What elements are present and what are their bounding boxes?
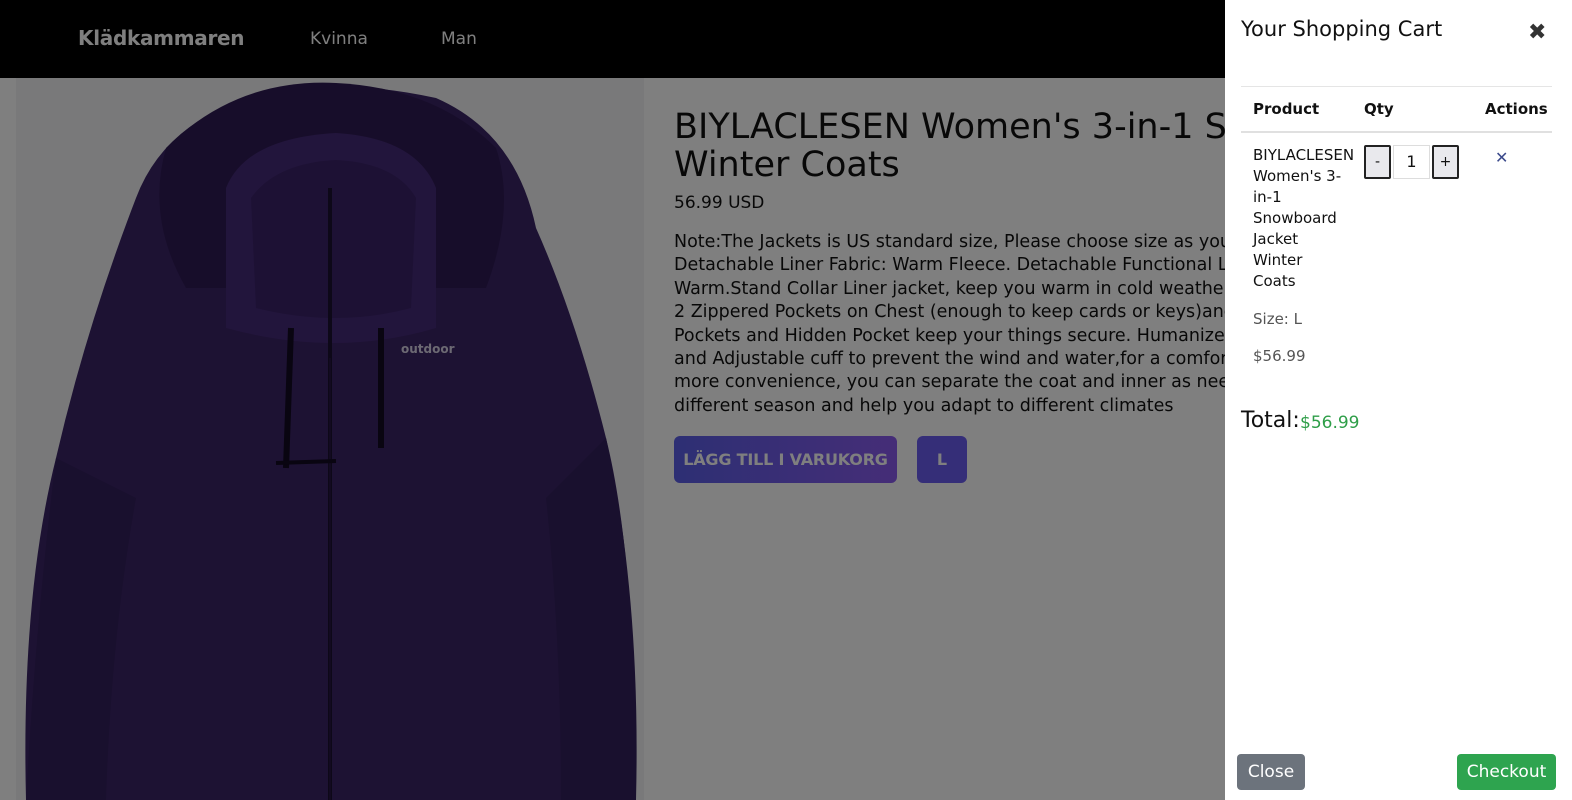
cart-total-label: Total: xyxy=(1241,408,1300,433)
increase-qty-button[interactable]: + xyxy=(1432,145,1459,179)
column-header-product: Product xyxy=(1253,100,1320,118)
cart-total-value: $56.99 xyxy=(1300,413,1360,433)
close-cart-button[interactable]: Close xyxy=(1237,754,1305,790)
cart-item-name: BIYLACLESEN Women's 3-in-1 Snowboard Jac… xyxy=(1253,146,1355,290)
checkout-button[interactable]: Checkout xyxy=(1457,754,1556,790)
divider xyxy=(1241,131,1552,133)
close-icon[interactable]: ✖ xyxy=(1528,20,1546,45)
cart-item-price: $56.99 xyxy=(1253,347,1306,365)
column-header-actions: Actions xyxy=(1485,100,1548,118)
column-header-qty: Qty xyxy=(1364,100,1394,118)
cart-title: Your Shopping Cart xyxy=(1241,17,1443,41)
modal-backdrop[interactable] xyxy=(0,0,1225,800)
shopping-cart-drawer: Your Shopping Cart ✖ Product Qty Actions… xyxy=(1225,0,1572,800)
decrease-qty-button[interactable]: - xyxy=(1364,145,1391,179)
divider xyxy=(1241,86,1552,87)
quantity-input[interactable]: 1 xyxy=(1393,145,1430,179)
remove-item-icon[interactable]: ✕ xyxy=(1495,148,1508,167)
cart-item-size: Size: L xyxy=(1253,310,1302,328)
